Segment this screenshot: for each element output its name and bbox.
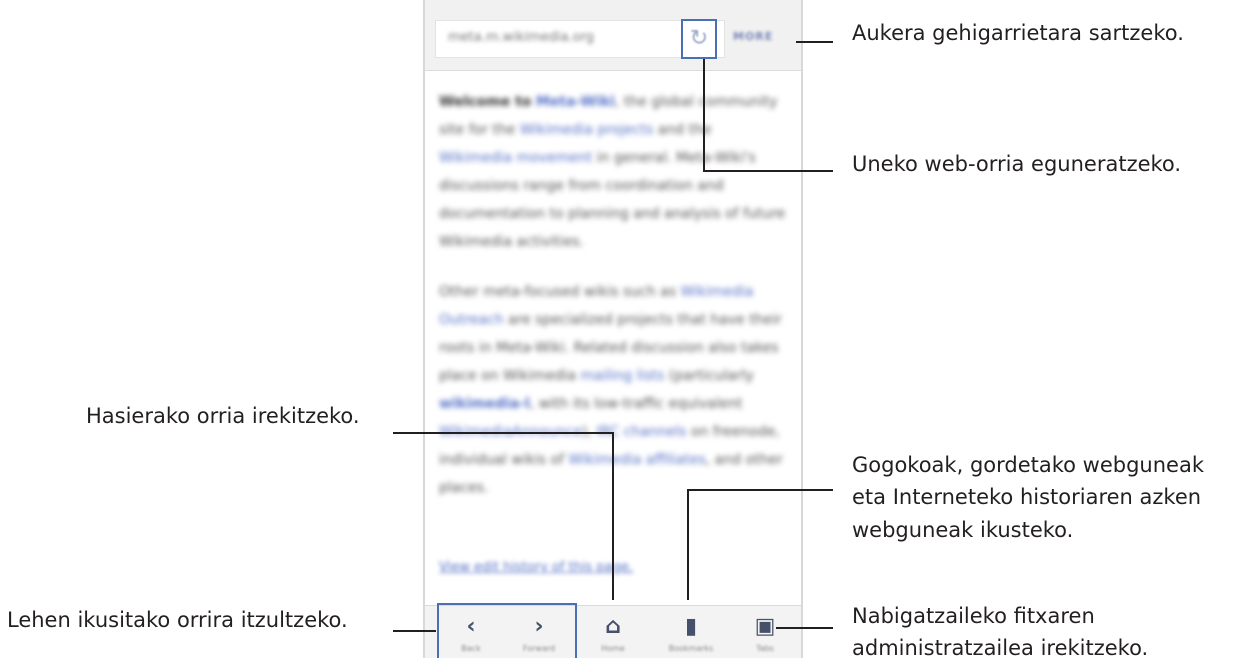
address-bar: meta.m.wikimedia.org ↻ MORE bbox=[425, 0, 801, 71]
backfwd-callout: Lehen ikusitako orrira itzultzeko. bbox=[7, 608, 348, 632]
bookmarks-callout-3: webguneak ikusteko. bbox=[852, 518, 1074, 542]
back-forward-highlight bbox=[437, 603, 577, 658]
tabs-callout-line bbox=[776, 627, 833, 629]
home-callout: Hasierako orria irekitzeko. bbox=[86, 404, 360, 428]
refresh-icon: ↻ bbox=[689, 26, 709, 51]
refresh-button[interactable]: ↻ bbox=[681, 19, 717, 59]
bookmarks-callout-2: eta Interneteko historiaren azken bbox=[852, 485, 1202, 509]
tabs-button[interactable]: ▣ Tabs bbox=[735, 606, 795, 658]
history-link[interactable]: View edit history of this page. bbox=[439, 560, 633, 575]
wikimedia-movement-link[interactable]: Wikimedia movement bbox=[439, 150, 592, 166]
bookmarks-callout-line-v bbox=[687, 490, 689, 600]
tabs-callout-1: Nabigatzaileko fitxaren bbox=[852, 604, 1095, 628]
tabs-callout-2: administratzailea irekitzeko. bbox=[852, 636, 1149, 660]
bookmarks-callout-line-h bbox=[687, 489, 833, 491]
mailing-lists-link[interactable]: mailing lists bbox=[581, 368, 665, 384]
bookmarks-button[interactable]: ▮ Bookmarks bbox=[661, 606, 721, 658]
bookmark-icon: ▮ bbox=[684, 614, 698, 639]
paragraph-1: Welcome to Meta-Wiki, the global communi… bbox=[439, 88, 787, 256]
p2-mid3: , with its low-traffic equivalent bbox=[529, 396, 743, 412]
home-callout-line-h bbox=[393, 432, 614, 434]
bookmarks-label: Bookmarks bbox=[668, 644, 714, 653]
home-icon: ⌂ bbox=[605, 614, 621, 639]
home-callout-line-v bbox=[612, 432, 614, 600]
refresh-callout: Uneko web-orria eguneratzeko. bbox=[852, 152, 1182, 176]
backfwd-callout-line bbox=[393, 630, 436, 632]
home-button[interactable]: ⌂ Home bbox=[583, 606, 643, 658]
more-callout: Aukera gehigarrietara sartzeko. bbox=[852, 21, 1184, 45]
tabs-label: Tabs bbox=[756, 644, 774, 653]
home-label: Home bbox=[601, 644, 625, 653]
wikimedia-l-link[interactable]: wikimedia-l bbox=[439, 396, 530, 412]
bookmarks-callout-1: Gogokoak, gordetako webguneak bbox=[852, 453, 1204, 477]
p2-lead: Other meta-focused wikis such as bbox=[439, 284, 677, 300]
refresh-callout-line-h bbox=[703, 170, 833, 172]
more-callout-line bbox=[796, 41, 833, 43]
more-button[interactable]: MORE bbox=[733, 30, 773, 43]
wikimedia-projects-link[interactable]: Wikimedia projects bbox=[520, 122, 653, 138]
refresh-callout-line-v bbox=[703, 59, 705, 172]
meta-wiki-link[interactable]: Meta-Wiki bbox=[536, 94, 615, 110]
tabs-icon: ▣ bbox=[754, 614, 776, 639]
p1-lead: Welcome to bbox=[439, 94, 532, 110]
p2-mid2: (particularly bbox=[668, 368, 754, 384]
url-text: meta.m.wikimedia.org bbox=[448, 30, 594, 45]
wikimedia-affiliates-link[interactable]: Wikimedia affiliates bbox=[568, 452, 705, 468]
